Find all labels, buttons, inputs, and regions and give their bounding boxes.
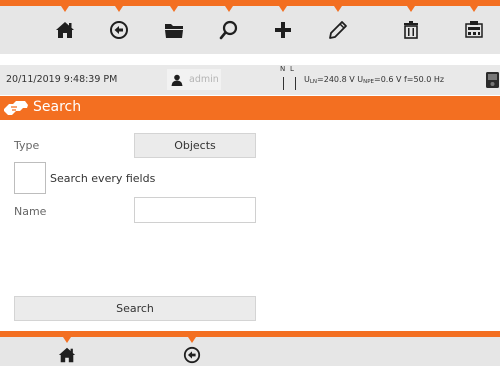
user-icon xyxy=(171,74,183,86)
n-label: N xyxy=(280,65,286,73)
search-button-toolbar[interactable] xyxy=(204,6,254,54)
uln-sub: LN xyxy=(309,79,318,85)
back-circle-icon xyxy=(183,346,201,363)
title-bar: Search xyxy=(0,96,500,120)
folder-icon xyxy=(165,24,183,38)
search-hand-icon xyxy=(4,101,28,115)
trash-icon xyxy=(404,21,418,39)
add-button[interactable] xyxy=(258,6,308,54)
l-terminal xyxy=(295,77,296,90)
name-input[interactable] xyxy=(134,197,256,223)
home-button[interactable] xyxy=(40,6,90,54)
back-button[interactable] xyxy=(94,6,144,54)
status-datetime: 20/11/2019 9:48:39 PM xyxy=(6,74,118,85)
home-icon xyxy=(56,22,74,38)
search-button[interactable]: Search xyxy=(14,296,256,321)
type-selector[interactable]: Objects xyxy=(134,133,256,158)
bottom-bar xyxy=(0,331,500,366)
meter-button[interactable] xyxy=(449,6,499,54)
measurement-readout: ULN=240.8 V UNPE=0.6 V f=50.0 Hz xyxy=(304,75,444,85)
open-folder-button[interactable] xyxy=(149,6,199,54)
top-toolbar xyxy=(0,0,500,54)
status-bar: 20/11/2019 9:48:39 PM admin N L ULN=240.… xyxy=(0,65,500,95)
search-icon xyxy=(219,20,238,40)
unpe-value: =0.6 V xyxy=(373,75,402,84)
name-label: Name xyxy=(14,205,47,218)
edit-button[interactable] xyxy=(313,6,363,54)
home-icon xyxy=(58,347,76,362)
search-every-fields-label: Search every fields xyxy=(50,172,156,185)
delete-button[interactable] xyxy=(386,6,436,54)
back-circle-icon xyxy=(110,21,128,39)
l-label: L xyxy=(290,65,294,73)
device-icon xyxy=(486,72,499,88)
page-title: Search xyxy=(33,99,82,115)
pencil-icon xyxy=(329,21,347,39)
frequency-value: f=50.0 Hz xyxy=(403,75,445,84)
uln-value: =240.8 V xyxy=(317,75,355,84)
unpe-sub: NPE xyxy=(363,79,374,85)
status-user: admin xyxy=(189,74,219,85)
meter-icon xyxy=(465,21,483,38)
bottom-home-button[interactable] xyxy=(42,337,92,366)
type-label: Type xyxy=(14,139,40,152)
bottom-back-button[interactable] xyxy=(167,337,217,366)
plus-icon xyxy=(275,22,291,38)
n-terminal xyxy=(283,77,284,90)
search-every-fields-checkbox[interactable] xyxy=(14,162,46,194)
